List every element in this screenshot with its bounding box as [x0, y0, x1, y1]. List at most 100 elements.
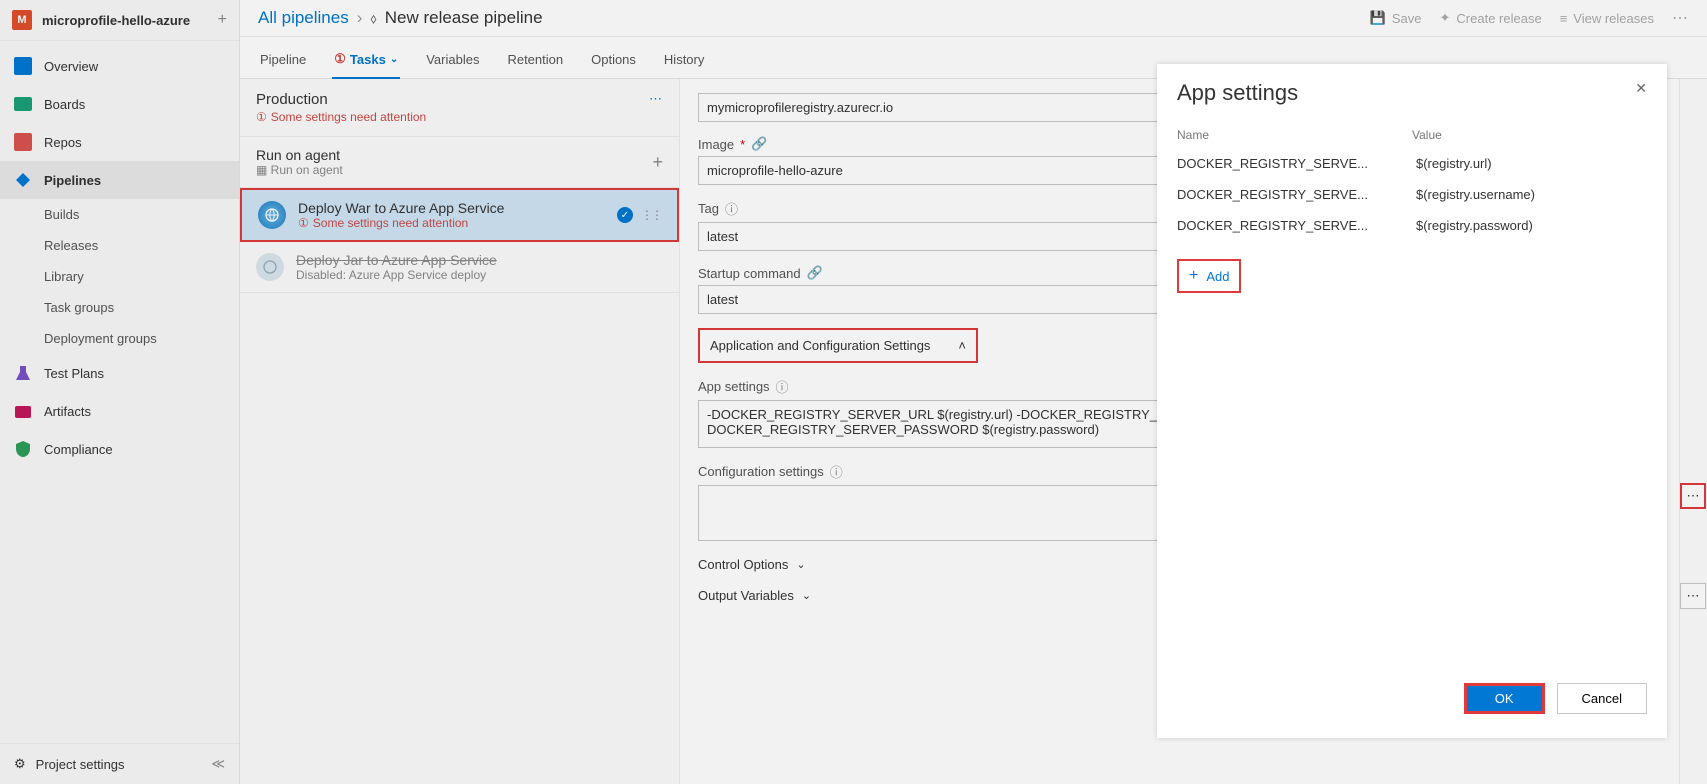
artifacts-icon: [14, 402, 32, 420]
header-more-icon[interactable]: ⋯: [1672, 8, 1689, 28]
task-deploy-jar[interactable]: Deploy Jar to Azure App Service Disabled…: [240, 242, 679, 293]
sidebar-label: Pipelines: [44, 173, 101, 188]
configsettings-label: Configuration settings: [698, 464, 824, 479]
stage-warning: ① Some settings need attention: [256, 110, 426, 124]
app-config-section-toggle[interactable]: Application and Configuration Settings ˄: [698, 328, 978, 363]
left-sidebar: M microprofile-hello-azure + Overview Bo…: [0, 0, 240, 784]
plus-icon: +: [1189, 267, 1198, 285]
col-value: Value: [1412, 128, 1647, 142]
task-warning-text: Some settings need attention: [313, 216, 468, 230]
link-icon[interactable]: 🔗: [807, 265, 823, 281]
chevron-down-icon: ⌄: [796, 558, 805, 571]
setting-value: $(registry.url): [1416, 156, 1647, 171]
sidebar-label: Boards: [44, 97, 85, 112]
warning-icon: ①: [298, 216, 309, 230]
sidebar-label: Repos: [44, 135, 82, 150]
setting-name: DOCKER_REGISTRY_SERVE...: [1177, 218, 1416, 233]
info-icon[interactable]: ⓘ: [830, 462, 843, 481]
ellipsis-icon: ⋯: [1687, 488, 1700, 504]
expand-appsettings-button[interactable]: ⋯: [1680, 483, 1706, 509]
settings-row[interactable]: DOCKER_REGISTRY_SERVE... $(registry.user…: [1177, 179, 1647, 210]
sidebar-item-compliance[interactable]: Compliance: [0, 430, 239, 468]
save-button[interactable]: 💾Save: [1370, 10, 1422, 26]
task-title-disabled: Deploy Jar to Azure App Service: [296, 252, 663, 268]
project-name: microprofile-hello-azure: [42, 13, 208, 28]
azure-app-service-icon: [256, 253, 284, 281]
setting-name: DOCKER_REGISTRY_SERVE...: [1177, 156, 1416, 171]
testplans-icon: [14, 364, 32, 382]
sidebar-label: Test Plans: [44, 366, 104, 381]
info-icon[interactable]: ⓘ: [776, 377, 789, 396]
panel-grid-header: Name Value: [1177, 122, 1647, 148]
sidebar-sub-releases[interactable]: Releases: [0, 230, 239, 261]
add-task-icon[interactable]: +: [652, 152, 663, 173]
pipelines-icon: [14, 171, 32, 189]
ok-button[interactable]: OK: [1464, 683, 1545, 714]
tab-history[interactable]: History: [662, 45, 706, 78]
sidebar-item-boards[interactable]: Boards: [0, 85, 239, 123]
chevron-down-icon[interactable]: ⌄: [390, 54, 398, 65]
page-header: All pipelines › ⬨ New release pipeline 💾…: [240, 0, 1707, 37]
agent-job-row[interactable]: Run on agent ▦ Run on agent +: [240, 137, 679, 188]
warning-icon: ①: [334, 51, 346, 67]
check-icon: ✓: [617, 207, 633, 223]
setting-name: DOCKER_REGISTRY_SERVE...: [1177, 187, 1416, 202]
breadcrumb-separator: ›: [357, 8, 363, 28]
tab-retention[interactable]: Retention: [505, 45, 565, 78]
setting-value: $(registry.username): [1416, 187, 1647, 202]
sidebar-item-testplans[interactable]: Test Plans: [0, 354, 239, 392]
stage-more-icon[interactable]: ⋯: [649, 91, 663, 107]
sidebar-sub-library[interactable]: Library: [0, 261, 239, 292]
setting-value: $(registry.password): [1416, 218, 1647, 233]
chevron-up-icon: ˄: [958, 338, 966, 353]
task-deploy-war[interactable]: Deploy War to Azure App Service ①Some se…: [240, 188, 679, 242]
info-icon[interactable]: ⓘ: [725, 199, 738, 218]
project-switcher[interactable]: M microprofile-hello-azure +: [0, 0, 239, 41]
breadcrumb-title: New release pipeline: [385, 8, 543, 28]
create-release-button[interactable]: ✦Create release: [1440, 10, 1542, 26]
app-settings-panel: App settings ✕ Name Value DOCKER_REGISTR…: [1157, 64, 1667, 738]
tab-tasks-label: Tasks: [350, 52, 386, 67]
stage-header[interactable]: Production ①Some settings need attention…: [240, 79, 679, 137]
expand-configsettings-button[interactable]: ⋯: [1680, 583, 1706, 609]
sidebar-item-overview[interactable]: Overview: [0, 47, 239, 85]
tasks-list: Production ①Some settings need attention…: [240, 79, 680, 784]
section-title: Application and Configuration Settings: [710, 338, 930, 353]
tab-options[interactable]: Options: [589, 45, 638, 78]
view-releases-button[interactable]: ≡View releases: [1560, 11, 1654, 26]
task-sub-disabled: Disabled: Azure App Service deploy: [296, 268, 663, 282]
settings-row[interactable]: DOCKER_REGISTRY_SERVE... $(registry.pass…: [1177, 210, 1647, 241]
sidebar-sub-builds[interactable]: Builds: [0, 199, 239, 230]
sidebar-label: Artifacts: [44, 404, 91, 419]
tab-variables[interactable]: Variables: [424, 45, 481, 78]
breadcrumb-root[interactable]: All pipelines: [258, 8, 349, 28]
project-logo: M: [12, 10, 32, 30]
azure-app-service-icon: [258, 201, 286, 229]
tab-tasks[interactable]: ① Tasks ⌄: [332, 45, 400, 79]
sidebar-sub-taskgroups[interactable]: Task groups: [0, 292, 239, 323]
stage-warning-text: Some settings need attention: [271, 110, 426, 124]
compliance-icon: [14, 440, 32, 458]
sidebar-label: Overview: [44, 59, 98, 74]
drag-handle-icon[interactable]: ⋮⋮: [641, 208, 661, 222]
add-label: Add: [1206, 269, 1229, 284]
add-project-icon[interactable]: +: [218, 11, 227, 29]
tab-pipeline[interactable]: Pipeline: [258, 45, 308, 78]
warning-icon: ①: [256, 110, 267, 124]
collapse-sidebar-icon[interactable]: ≪: [211, 756, 225, 772]
project-settings-link[interactable]: ⚙ Project settings ≪: [0, 743, 239, 784]
sidebar-footer-label: Project settings: [36, 757, 125, 772]
close-icon[interactable]: ✕: [1635, 80, 1647, 97]
add-setting-button[interactable]: + Add: [1177, 259, 1241, 293]
agent-sub: ▦ Run on agent: [256, 163, 640, 177]
cancel-button[interactable]: Cancel: [1557, 683, 1647, 714]
breadcrumb: All pipelines › ⬨ New release pipeline: [258, 8, 543, 28]
link-icon[interactable]: 🔗: [751, 136, 767, 152]
sidebar-item-repos[interactable]: Repos: [0, 123, 239, 161]
settings-row[interactable]: DOCKER_REGISTRY_SERVE... $(registry.url): [1177, 148, 1647, 179]
pipeline-icon: ⬨: [370, 10, 376, 27]
sidebar-item-pipelines[interactable]: Pipelines: [0, 161, 239, 199]
sidebar-sub-deploymentgroups[interactable]: Deployment groups: [0, 323, 239, 354]
sidebar-item-artifacts[interactable]: Artifacts: [0, 392, 239, 430]
panel-title: App settings: [1177, 80, 1298, 106]
